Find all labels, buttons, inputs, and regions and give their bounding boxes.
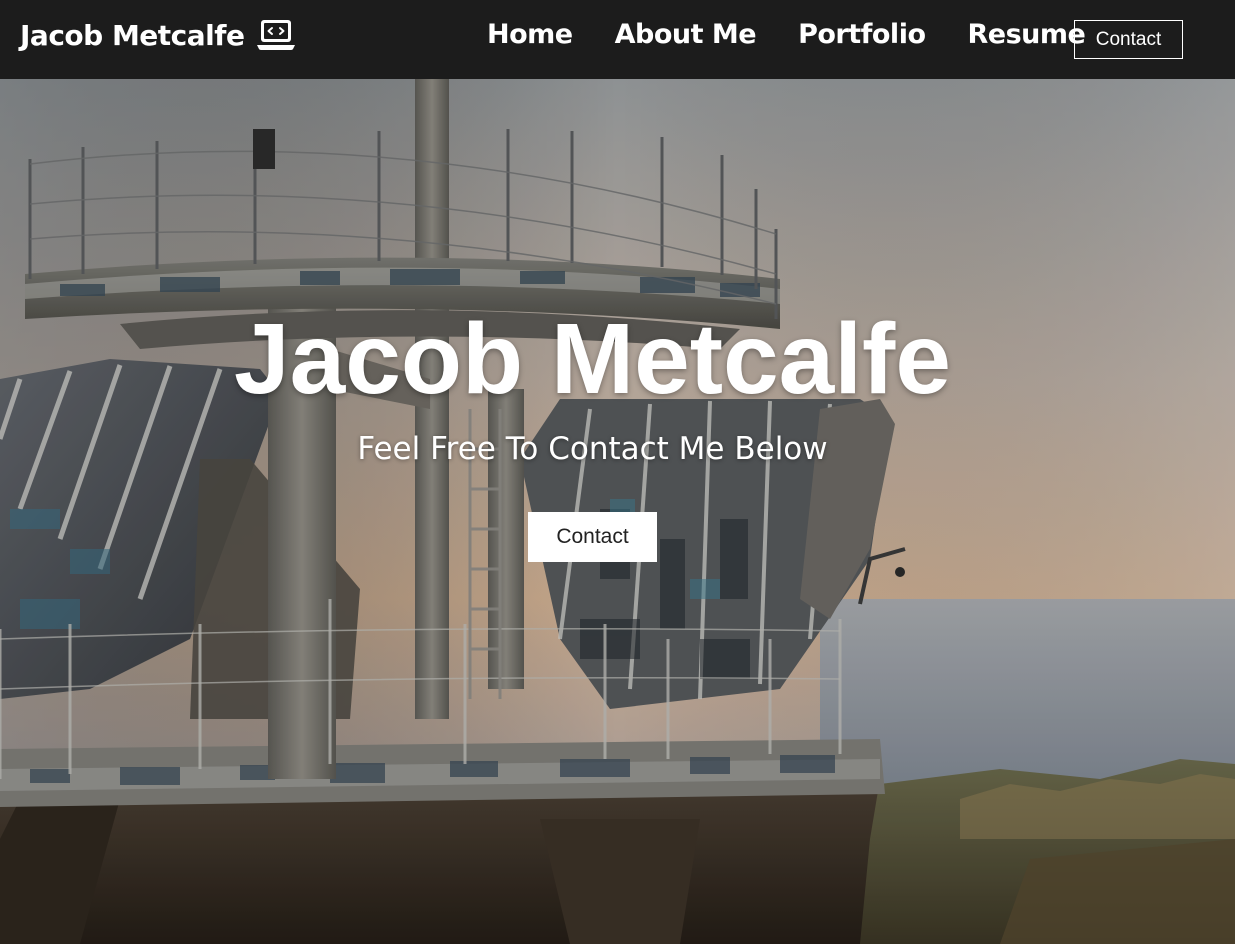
brand-link[interactable]: Jacob Metcalfe [20, 18, 296, 52]
nav-link-about-me[interactable]: About Me [594, 16, 777, 54]
laptop-code-icon [257, 20, 296, 50]
navbar: Jacob Metcalfe Home About Me Portfolio R… [0, 0, 1235, 79]
hero-section: Jacob Metcalfe Feel Free To Contact Me B… [0, 79, 1235, 944]
nav-contact-button[interactable]: Contact [1074, 20, 1183, 59]
nav-link-home[interactable]: Home [466, 16, 594, 54]
hero-contact-button[interactable]: Contact [528, 512, 657, 562]
hero-subtitle: Feel Free To Contact Me Below [357, 431, 828, 467]
hero-title: Jacob Metcalfe [234, 303, 951, 415]
nav-link-portfolio[interactable]: Portfolio [777, 16, 946, 54]
nav-links: Home About Me Portfolio Resume [466, 16, 1106, 54]
brand-name: Jacob Metcalfe [20, 18, 245, 52]
